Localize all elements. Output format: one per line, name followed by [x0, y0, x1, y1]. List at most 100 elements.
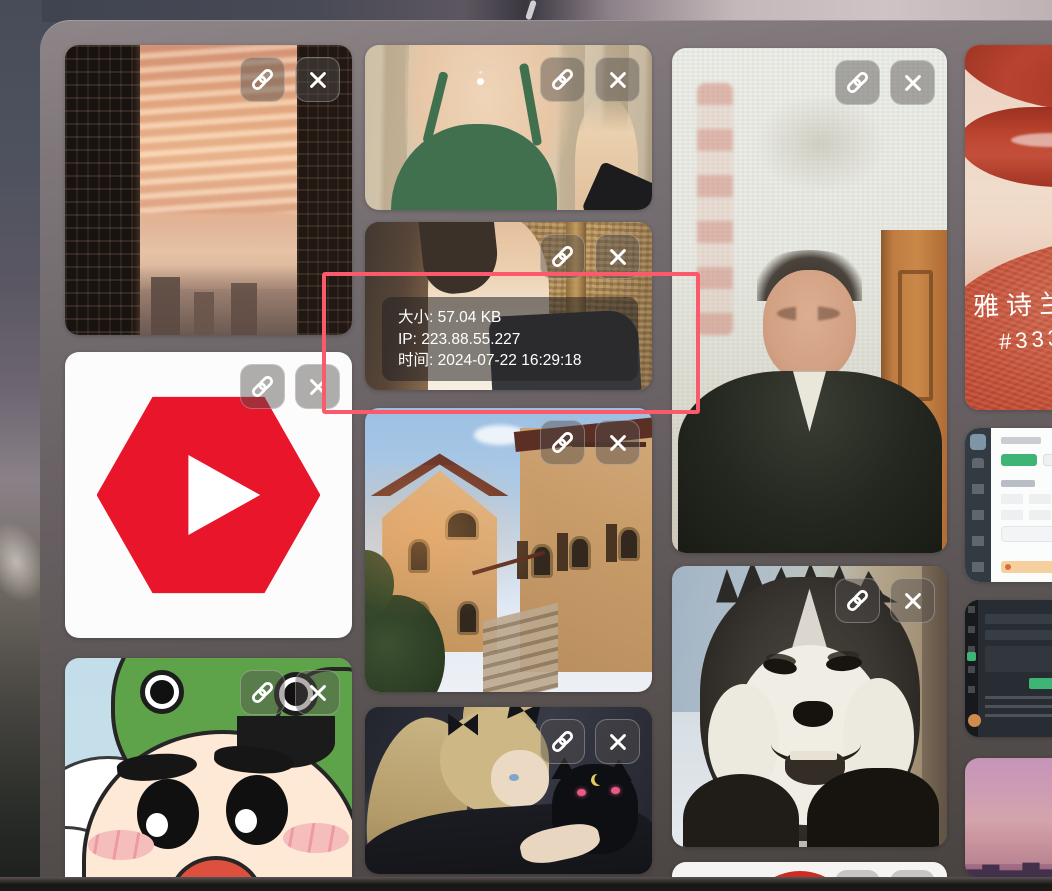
- eye: [226, 775, 288, 845]
- red-stain: [697, 83, 733, 336]
- old-man-image: [672, 48, 947, 553]
- field: [985, 614, 1052, 624]
- tower-left: [65, 45, 140, 335]
- eyes: [777, 306, 840, 321]
- link-icon: [550, 67, 575, 92]
- delete-button[interactable]: [890, 60, 935, 105]
- copy-link-button[interactable]: [240, 57, 285, 102]
- image-card-app-screenshot-light[interactable]: [965, 428, 1052, 582]
- lower-lip: [965, 107, 1052, 187]
- necklace: [477, 78, 484, 85]
- copy-link-button[interactable]: [540, 57, 585, 102]
- close-icon: [607, 432, 629, 454]
- annotation-highlight-rect: [322, 272, 700, 414]
- copy-link-button[interactable]: [835, 578, 880, 623]
- link-icon: [550, 244, 575, 269]
- delete-button[interactable]: [890, 578, 935, 623]
- card-actions: [240, 57, 340, 102]
- cat-eye: [577, 789, 586, 796]
- textarea: [985, 646, 1052, 672]
- window: [569, 536, 591, 570]
- image-hosting-gallery-screen: 雅诗兰 #333: [0, 0, 1052, 891]
- card-actions: [540, 420, 640, 465]
- avatar: [970, 434, 986, 450]
- image-card-husky-meme[interactable]: [672, 566, 947, 847]
- building-silhouette: [194, 292, 214, 336]
- building-silhouette: [231, 283, 257, 335]
- card-actions: [835, 578, 935, 623]
- link-icon: [250, 680, 275, 705]
- input-box: [1001, 526, 1052, 542]
- close-icon: [902, 72, 924, 94]
- light-app-screenshot-image: [965, 428, 1052, 582]
- copy-link-button[interactable]: [540, 719, 585, 764]
- link-icon: [250, 67, 275, 92]
- lipstick-swatch-image: 雅诗兰 #333: [965, 45, 1052, 410]
- window: [618, 527, 640, 561]
- image-card-app-screenshot-dark[interactable]: [965, 600, 1052, 737]
- image-card-city-sunset[interactable]: [65, 45, 352, 335]
- image-card-old-man-photo[interactable]: [672, 48, 947, 553]
- teeth: [790, 751, 837, 759]
- link-icon: [845, 70, 870, 95]
- tag-row: [1001, 494, 1052, 504]
- copy-link-button[interactable]: [835, 60, 880, 105]
- horizon-glow: [965, 835, 1052, 864]
- pink-sunset-image: [965, 758, 1052, 878]
- link-icon: [250, 374, 275, 399]
- close-icon: [307, 69, 329, 91]
- brand-handwriting: 雅诗兰: [972, 283, 1052, 323]
- eye: [509, 774, 519, 781]
- sunset-glow: [365, 465, 566, 635]
- image-card-sunset-house[interactable]: [365, 408, 652, 692]
- frog-eye: [140, 670, 184, 714]
- sidebar-icons: [972, 458, 984, 574]
- delete-button[interactable]: [295, 670, 340, 715]
- delete-button[interactable]: [595, 719, 640, 764]
- link-icon: [550, 729, 575, 754]
- delete-button[interactable]: [295, 57, 340, 102]
- bottom-dark-bar: [0, 877, 1052, 891]
- delete-button[interactable]: [595, 57, 640, 102]
- door-panel: [898, 270, 934, 401]
- link-icon: [550, 430, 575, 455]
- close-icon: [902, 590, 924, 612]
- image-card-green-tank-top[interactable]: [365, 45, 652, 210]
- copy-link-button[interactable]: [540, 420, 585, 465]
- face: [763, 270, 857, 381]
- copy-link-button[interactable]: [240, 670, 285, 715]
- building-silhouette: [151, 277, 180, 335]
- card-actions: [240, 670, 340, 715]
- upper-lip: [965, 45, 1052, 111]
- active-icon: [967, 652, 976, 661]
- title-row: [1001, 437, 1041, 444]
- tag-row: [1001, 510, 1052, 520]
- image-card-pink-sunset[interactable]: [965, 758, 1052, 878]
- shutter: [606, 524, 617, 562]
- image-card-shinchan-frog[interactable]: [65, 658, 352, 891]
- image-card-anime-girl-cat[interactable]: [365, 707, 652, 874]
- field: [985, 630, 1052, 640]
- close-icon: [607, 69, 629, 91]
- card-actions: [540, 719, 640, 764]
- link-icon: [845, 588, 870, 613]
- desktop-wallpaper-left: [0, 0, 42, 891]
- close-icon: [307, 682, 329, 704]
- green-button: [1001, 454, 1037, 466]
- image-card-lipstick-swatch[interactable]: 雅诗兰 #333: [965, 45, 1052, 410]
- text-lines: [985, 696, 1052, 720]
- delete-button[interactable]: [595, 420, 640, 465]
- image-card-play-hexagon[interactable]: [65, 352, 352, 638]
- card-actions: [540, 57, 640, 102]
- section-label: [1001, 480, 1035, 487]
- dark-app-screenshot-image: [965, 600, 1052, 737]
- avatar: [968, 714, 981, 727]
- chip: [1043, 454, 1052, 466]
- copy-link-button[interactable]: [240, 364, 285, 409]
- close-icon: [607, 246, 629, 268]
- shade-number: #333: [998, 325, 1052, 355]
- wall-stain: [755, 93, 887, 194]
- notice-bar: [1001, 561, 1052, 573]
- close-icon: [607, 731, 629, 753]
- green-button: [1029, 678, 1052, 689]
